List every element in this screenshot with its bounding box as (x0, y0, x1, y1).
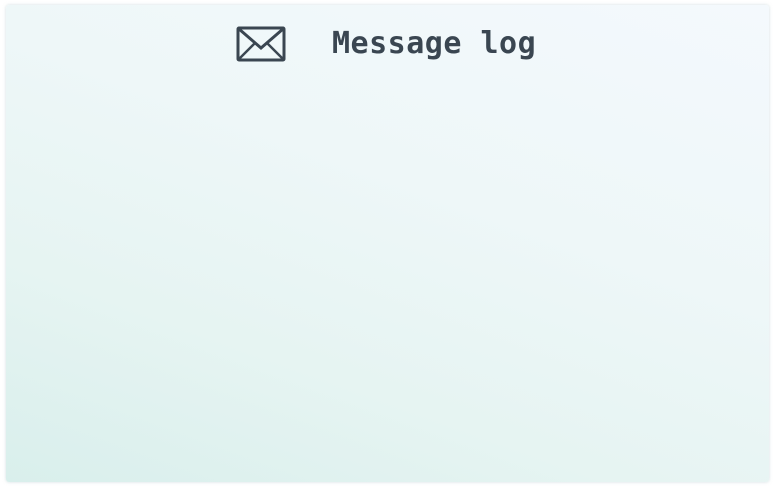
message-log-list[interactable] (6, 85, 769, 482)
page-title: Message log (332, 26, 537, 61)
envelope-icon (236, 26, 286, 62)
message-log-header: Message log (6, 5, 769, 85)
message-log-panel: Message log (6, 5, 769, 482)
